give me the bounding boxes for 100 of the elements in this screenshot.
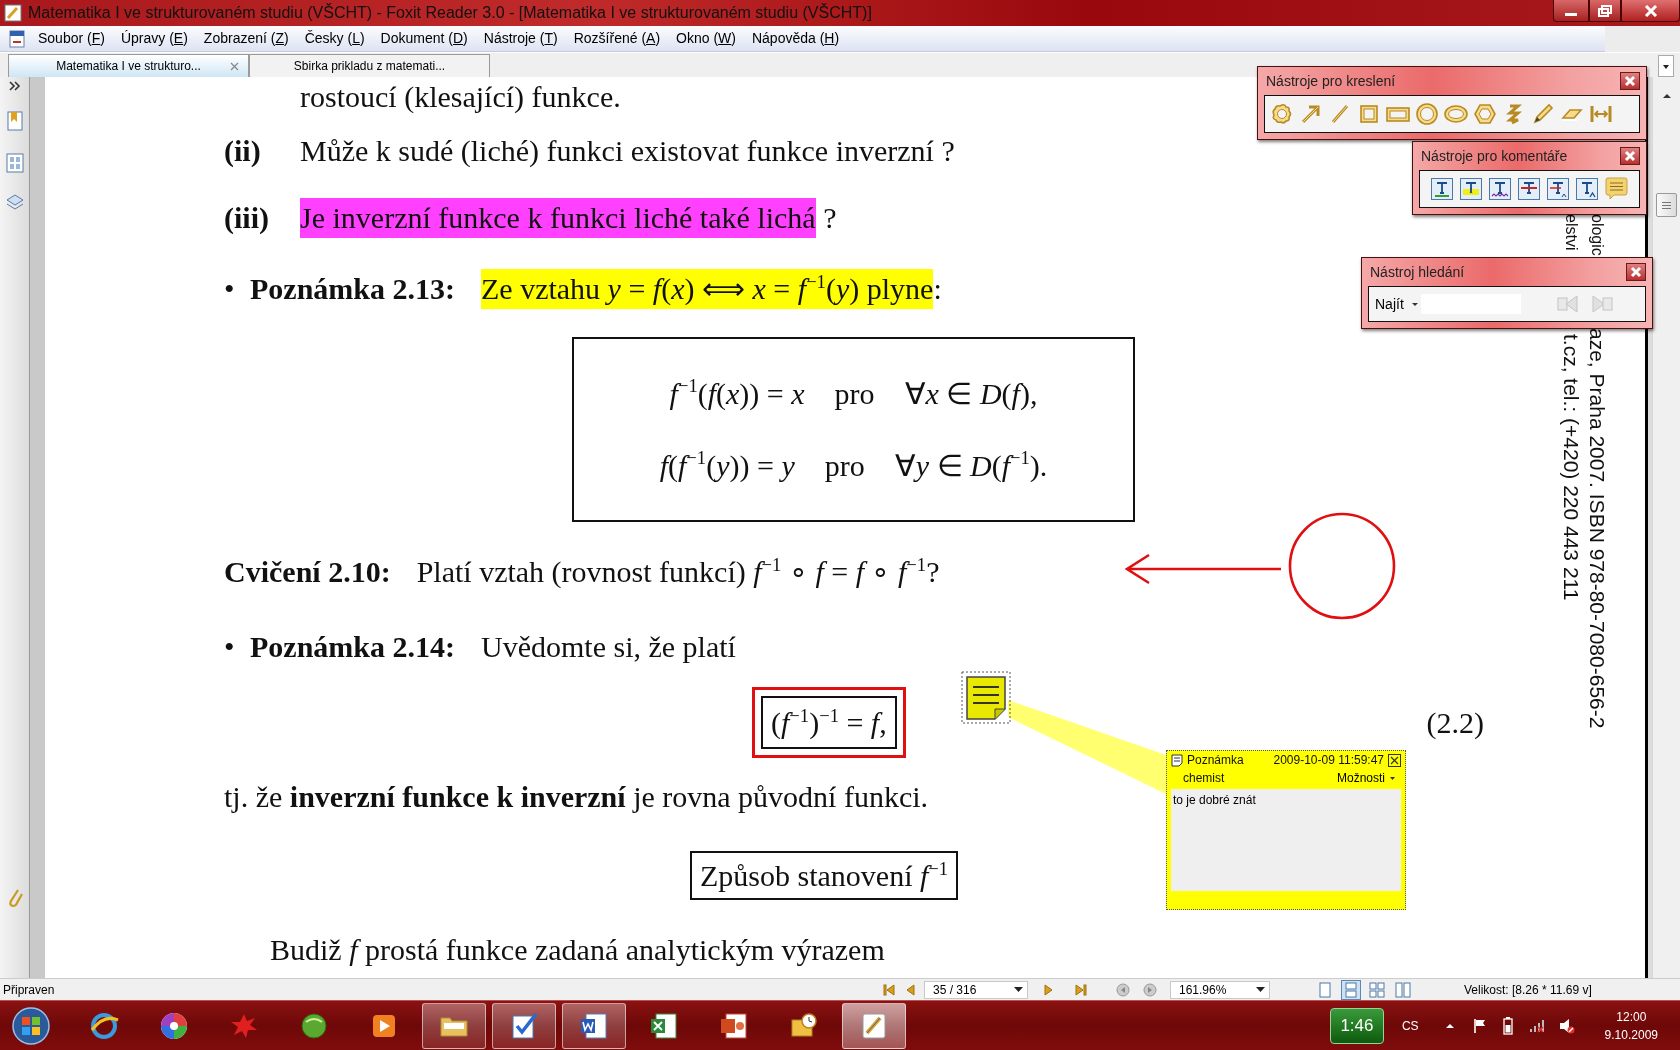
speaker-muted-icon[interactable] bbox=[1558, 1017, 1575, 1034]
menu-item[interactable]: Rozšířené (A) bbox=[565, 26, 669, 51]
note-title: Poznámka bbox=[1187, 752, 1244, 768]
remark-title: Poznámka 2.13: bbox=[250, 271, 455, 307]
first-page-button[interactable] bbox=[883, 983, 895, 996]
text-squiggly-icon bbox=[1488, 177, 1512, 201]
menu-item[interactable]: Česky (L) bbox=[296, 26, 373, 51]
clock-gadget[interactable]: 1:46 bbox=[1329, 1007, 1384, 1044]
text-highlight-icon bbox=[1459, 177, 1483, 201]
drawing-tool-button[interactable] bbox=[1444, 102, 1468, 126]
text-strikeout-icon bbox=[1517, 177, 1541, 201]
show-hidden-icons-icon[interactable] bbox=[1444, 1022, 1455, 1029]
close-icon bbox=[1624, 150, 1636, 162]
item-label: (iii) bbox=[224, 200, 270, 236]
menu-item[interactable]: Soubor (F) bbox=[30, 26, 113, 51]
comment-tool-button[interactable] bbox=[1575, 177, 1599, 201]
pdf-icon bbox=[8, 29, 26, 48]
remark-title: Poznámka 2.14: bbox=[250, 629, 455, 665]
text-line: tj. že inverzní funkce k inverzní je rovna původní funkci. bbox=[224, 779, 929, 815]
tab-close-icon[interactable] bbox=[230, 62, 239, 71]
drawing-tool-button[interactable] bbox=[1473, 102, 1497, 126]
scroll-thumb[interactable] bbox=[1656, 193, 1677, 217]
last-page-button[interactable] bbox=[1075, 983, 1087, 996]
taskbar-button[interactable] bbox=[562, 1002, 626, 1049]
text-line: Budiž f prostá funkce zadaná analytickým výrazem bbox=[270, 932, 885, 968]
close-button[interactable] bbox=[1620, 72, 1640, 90]
page-field[interactable]: 35 / 316 bbox=[924, 980, 1028, 999]
status-text: Připraven bbox=[2, 981, 56, 999]
clock-time[interactable]: 12:00 bbox=[1616, 1007, 1647, 1026]
item-label: (ii) bbox=[224, 133, 262, 169]
drawing-tool-button[interactable] bbox=[1415, 102, 1439, 126]
flag-icon[interactable] bbox=[1472, 1017, 1487, 1034]
zoom-field[interactable]: 161.96% bbox=[1170, 980, 1270, 999]
view-mode-button[interactable] bbox=[1341, 979, 1361, 1000]
note-icon[interactable] bbox=[961, 671, 1011, 724]
close-icon bbox=[1624, 75, 1636, 87]
battery-icon[interactable] bbox=[1502, 1016, 1513, 1035]
restore-button[interactable] bbox=[1589, 0, 1621, 22]
close-icon bbox=[1389, 754, 1400, 766]
next-page-button[interactable] bbox=[1044, 983, 1054, 996]
document-tab[interactable]: Matematika I ve strukturo... bbox=[8, 54, 249, 77]
close-button[interactable] bbox=[1626, 263, 1646, 281]
text-replace-icon bbox=[1546, 177, 1570, 201]
taskbar-button[interactable] bbox=[422, 1002, 486, 1049]
continuous-facing-icon bbox=[1395, 981, 1411, 998]
window-title: Matematika I ve strukturovaném studiu (VŠCHT) - Foxit Reader 3.0 - [Matematika I ve strukturovaném studiu (VŠCHT)] bbox=[28, 2, 872, 23]
comment-tool-button[interactable] bbox=[1430, 177, 1454, 201]
comment-tool-button[interactable] bbox=[1604, 177, 1628, 201]
close-button[interactable] bbox=[1620, 147, 1640, 165]
taskbar-button[interactable] bbox=[492, 1002, 556, 1049]
language-indicator[interactable]: CS bbox=[1401, 1016, 1419, 1035]
menu-item[interactable]: Nápověda (H) bbox=[743, 26, 848, 51]
comment-icon bbox=[1604, 177, 1628, 201]
menu-item[interactable]: Zobrazení (Z) bbox=[195, 26, 297, 51]
close-button[interactable] bbox=[1388, 753, 1401, 767]
options-menu[interactable]: Možnosti bbox=[1336, 770, 1397, 786]
menu-item[interactable]: Nástroje (T) bbox=[475, 26, 566, 51]
forward-button[interactable] bbox=[1143, 982, 1157, 997]
formula: f(f$^{−1}$(y)) = y bbox=[659, 446, 795, 484]
circle-annotation[interactable] bbox=[1287, 511, 1397, 621]
next-page-icon bbox=[1044, 983, 1054, 996]
view-mode-button[interactable] bbox=[1367, 979, 1387, 1000]
comment-tool-button[interactable] bbox=[1459, 177, 1483, 201]
highlighted-text: Ze vztahu y = f(x) ⟺ x = f$^{−1}$(y) plyne bbox=[481, 269, 934, 309]
next-result-icon bbox=[1590, 294, 1613, 314]
boxed-heading: Způsob stanovení f$^{−1}$ bbox=[690, 851, 959, 900]
comment-tool-button[interactable] bbox=[1488, 177, 1512, 201]
drawing-tool-button[interactable] bbox=[1270, 102, 1294, 126]
caret-icon bbox=[1256, 987, 1265, 992]
minimize-button[interactable] bbox=[1553, 0, 1589, 22]
drawing-tool-button[interactable] bbox=[1531, 102, 1555, 126]
menu-item[interactable]: Dokument (D) bbox=[372, 26, 476, 51]
caret-icon bbox=[1014, 987, 1023, 992]
single-page-icon bbox=[1317, 981, 1333, 998]
last-page-icon bbox=[1075, 983, 1087, 996]
previous-page-button[interactable] bbox=[905, 983, 915, 996]
panel-title: Nástroje pro kreslení bbox=[1266, 71, 1396, 91]
scroll-up-icon[interactable] bbox=[1662, 93, 1672, 99]
find-dropdown[interactable]: Najít bbox=[1375, 293, 1419, 315]
exercise-text: Platí vztah (rovnost funkcí) f$^{−1}$ ∘ f = f ∘ f$^{−1}$? bbox=[416, 552, 940, 590]
formula: f$^{−1}$(f(x)) = x bbox=[669, 374, 805, 412]
formula: ∀y ∈ D(f$^{−1}$). bbox=[894, 446, 1048, 484]
clock-date[interactable]: 9.10.2009 bbox=[1604, 1025, 1658, 1044]
bullet: • bbox=[224, 629, 236, 665]
comment-tool-button[interactable] bbox=[1517, 177, 1541, 201]
note-text-field[interactable]: to je dobré znát bbox=[1171, 789, 1401, 891]
document-tab[interactable]: Sbirka prikladu z matemati... bbox=[249, 54, 490, 77]
taskbar-button[interactable] bbox=[842, 1002, 906, 1049]
expand-icon[interactable] bbox=[7, 81, 22, 91]
signal-icon[interactable] bbox=[1528, 1018, 1545, 1033]
menu-item[interactable]: Okno (W) bbox=[668, 26, 744, 51]
comment-tool-button[interactable] bbox=[1546, 177, 1570, 201]
continuous-page-icon bbox=[1343, 981, 1359, 998]
back-button[interactable] bbox=[1116, 982, 1130, 997]
highlighted-text: Je inverzní funkce k funkci liché také lichá bbox=[300, 198, 816, 238]
close-button[interactable] bbox=[1621, 0, 1680, 22]
rectangle-annotation[interactable]: (f$^{−1}$)$^{−1}$ = f, bbox=[752, 687, 906, 758]
panel-title: Nástroje pro komentáře bbox=[1421, 146, 1568, 166]
remark-text: Uvědomte si, že platí bbox=[481, 629, 736, 665]
menu-item[interactable]: Úpravy (E) bbox=[112, 26, 196, 51]
